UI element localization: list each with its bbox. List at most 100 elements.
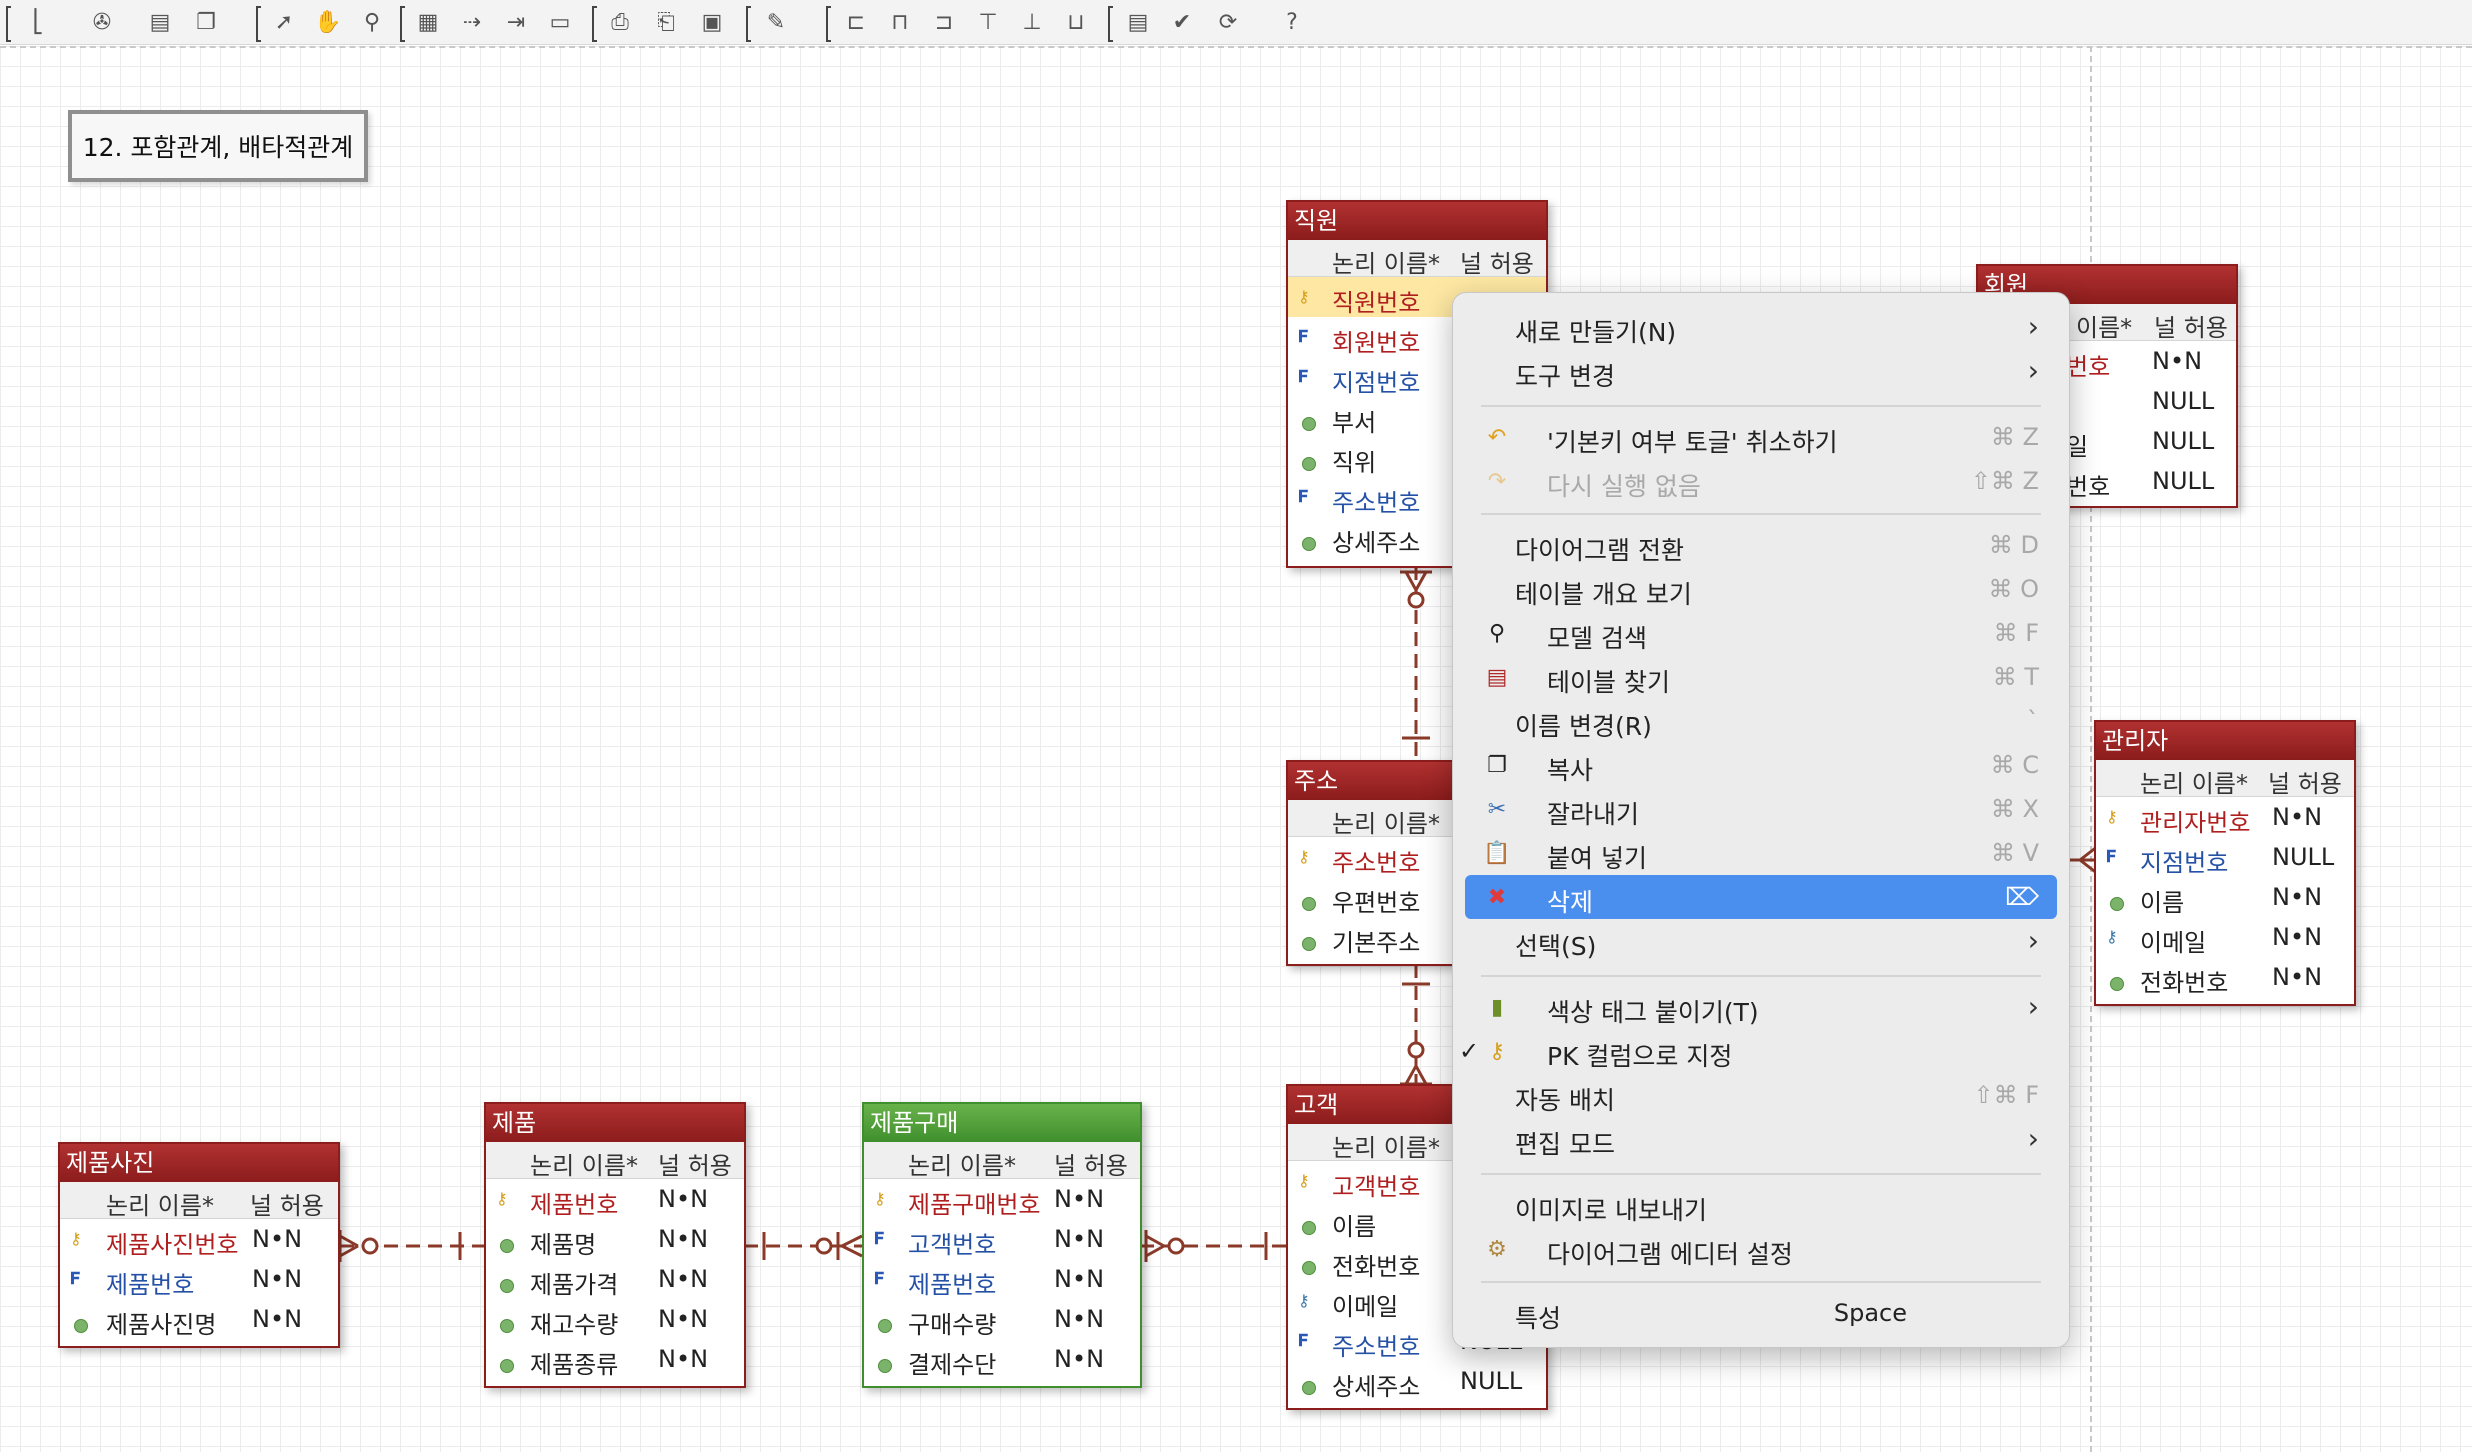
entity-row[interactable]: 결제수단 N•N (864, 1339, 1140, 1379)
menu-item-rename[interactable]: 이름 변경(R) ` (1465, 699, 2057, 743)
alternate-key-icon: ⚷ (2106, 927, 2118, 946)
key-icon: ⚷ (1488, 1039, 1506, 1064)
entity-row[interactable]: 𝐅 제품번호 N•N (864, 1259, 1140, 1299)
column-header-name: 논리 이름* (530, 1152, 638, 1180)
entity-header: 논리 이름* 널 허용 (864, 1142, 1140, 1180)
entity-row[interactable]: ⚷ 관리자번호 N•N (2096, 797, 2354, 837)
attribute-icon (1298, 887, 1320, 911)
entity-row[interactable]: 𝐅 지점번호 NULL (2096, 837, 2354, 877)
menu-separator (1481, 975, 2041, 977)
copy-icon: ❐ (1487, 753, 1507, 778)
gear-icon: ⚙ (1487, 1237, 1507, 1262)
attribute-icon (874, 1349, 896, 1373)
entity-row[interactable]: ⚷ 제품사진번호 N•N (60, 1219, 338, 1259)
attribute-icon (1298, 1371, 1320, 1395)
foreign-key-icon: 𝐅 (874, 1229, 885, 1248)
menu-item-copy[interactable]: ❐ 복사 ⌘ C (1465, 743, 2057, 787)
key-icon: ⚷ (70, 1229, 82, 1248)
entity-title: 제품사진 (60, 1144, 338, 1182)
entity-row[interactable]: 𝐅 제품번호 N•N (60, 1259, 338, 1299)
menu-item-model-search[interactable]: ⚲ 모델 검색 ⌘ F (1465, 611, 2057, 655)
entity-row[interactable]: ⚷ 이메일 N•N (2096, 917, 2354, 957)
attribute-icon (1298, 447, 1320, 471)
entity-row[interactable]: 제품가격 N•N (486, 1259, 744, 1299)
menu-separator (1481, 405, 2041, 407)
entity-product-purchase[interactable]: 제품구매 논리 이름* 널 허용 ⚷ 제품구매번호 N•N 𝐅 고객번호 N•N 𝐅 제품… (862, 1102, 1142, 1388)
key-icon: ⚷ (874, 1189, 886, 1208)
menu-item-switch-diagram[interactable]: 다이어그램 전환 ⌘ D (1465, 523, 2057, 567)
menu-item-change-tool[interactable]: 도구 변경 › (1465, 349, 2057, 393)
column-header-name: 논리 이름* (106, 1192, 214, 1220)
entity-row[interactable]: 𝐅 고객번호 N•N (864, 1219, 1140, 1259)
entity-title: 직원 (1288, 202, 1546, 240)
delete-key-icon: ⌦ (2005, 883, 2039, 911)
menu-item-paste[interactable]: 📋 붙여 넣기 ⌘ V (1465, 831, 2057, 875)
menu-item-color-tag[interactable]: ▮ 색상 태그 붙이기(T) › (1465, 985, 2057, 1029)
menu-item-auto-layout[interactable]: 자동 배치 ⇧⌘ F (1465, 1073, 2057, 1117)
menu-item-redo[interactable]: ↷ 다시 실행 없음 ⇧⌘ Z (1465, 459, 2057, 503)
menu-item-find-table[interactable]: ▤ 테이블 찾기 ⌘ T (1465, 655, 2057, 699)
menu-item-table-overview[interactable]: 테이블 개요 보기 ⌘ O (1465, 567, 2057, 611)
column-header-null: 널 허용 (1054, 1152, 1128, 1180)
checkmark-icon: ✓ (1459, 1037, 1480, 1065)
chevron-right-icon: › (2027, 1122, 2039, 1155)
key-icon: ⚷ (1298, 1171, 1310, 1190)
index-icon (1298, 1251, 1320, 1275)
attribute-icon (496, 1309, 518, 1333)
menu-item-diagram-settings[interactable]: ⚙ 다이어그램 에디터 설정 (1465, 1227, 2057, 1271)
menu-separator (1481, 513, 2041, 515)
search-icon: ⚲ (1488, 621, 1506, 646)
chevron-right-icon: › (2027, 310, 2039, 343)
attribute-icon (496, 1349, 518, 1373)
menu-item-pk-column[interactable]: ✓ ⚷ PK 컬럼으로 지정 (1459, 1029, 2057, 1073)
entity-row[interactable]: 재고수량 N•N (486, 1299, 744, 1339)
key-icon: ⚷ (2106, 807, 2118, 826)
attribute-icon (1298, 407, 1320, 431)
menu-item-select[interactable]: 선택(S) › (1465, 919, 2057, 963)
entity-header: 논리 이름* 널 허용 (486, 1142, 744, 1180)
entity-title: 제품구매 (864, 1104, 1140, 1142)
entity-title: 제품 (486, 1104, 744, 1142)
scissors-icon: ✂ (1487, 797, 1507, 822)
menu-item-delete[interactable]: ✖ 삭제 ⌦ (1465, 875, 2057, 919)
entity-row[interactable]: ⚷ 제품구매번호 N•N (864, 1179, 1140, 1219)
foreign-key-icon: 𝐅 (1298, 1331, 1309, 1350)
entity-header: 논리 이름* 널 허용 (60, 1182, 338, 1220)
attribute-icon (2106, 887, 2128, 911)
menu-item-cut[interactable]: ✂ 잘라내기 ⌘ X (1465, 787, 2057, 831)
attribute-icon (70, 1309, 92, 1333)
entity-row[interactable]: ⚷ 제품번호 N•N (486, 1179, 744, 1219)
entity-row[interactable]: 제품종류 N•N (486, 1339, 744, 1379)
entity-header: 논리 이름* 널 허용 (2096, 760, 2354, 798)
entity-row[interactable]: 이름 N•N (2096, 877, 2354, 917)
column-header-null: 널 허용 (1460, 250, 1534, 278)
menu-item-undo[interactable]: ↶ '기본키 여부 토글' 취소하기 ⌘ Z (1465, 415, 2057, 459)
column-header-name: 논리 이름* (1332, 250, 1440, 278)
entity-row[interactable]: 구매수량 N•N (864, 1299, 1140, 1339)
entity-product-photo[interactable]: 제품사진 논리 이름* 널 허용 ⚷ 제품사진번호 N•N 𝐅 제품번호 N•N 제품사… (58, 1142, 340, 1348)
column-header-name: 이름* (2076, 314, 2133, 342)
column-header-null: 널 허용 (2154, 314, 2228, 342)
paste-icon: 📋 (1483, 841, 1511, 866)
entity-admin[interactable]: 관리자 논리 이름* 널 허용 ⚷ 관리자번호 N•N 𝐅 지점번호 NULL 이름 N•… (2094, 720, 2356, 1006)
chevron-right-icon: › (2027, 924, 2039, 957)
entity-row[interactable]: 제품사진명 N•N (60, 1299, 338, 1339)
redo-icon: ↷ (1487, 469, 1507, 494)
key-icon: ⚷ (496, 1189, 508, 1208)
menu-separator (1481, 1173, 2041, 1175)
entity-product[interactable]: 제품 논리 이름* 널 허용 ⚷ 제품번호 N•N 제품명 N•N 제품가격 N•N 재… (484, 1102, 746, 1388)
column-header-name: 논리 이름* (1332, 1134, 1440, 1162)
chevron-right-icon: › (2027, 990, 2039, 1023)
menu-item-export-image[interactable]: 이미지로 내보내기 (1465, 1183, 2057, 1227)
attribute-icon (874, 1309, 896, 1333)
column-header-null: 널 허용 (658, 1152, 732, 1180)
entity-row[interactable]: 전화번호 N•N (2096, 957, 2354, 997)
menu-item-properties[interactable]: 특성 Space (1465, 1291, 2057, 1335)
menu-item-new[interactable]: 새로 만들기(N) › (1465, 305, 2057, 349)
entity-row[interactable]: 제품명 N•N (486, 1219, 744, 1259)
entity-row[interactable]: 상세주소 NULL (1288, 1361, 1546, 1401)
column-header-name: 논리 이름* (2140, 770, 2248, 798)
key-icon: ⚷ (1298, 287, 1310, 306)
foreign-key-icon: 𝐅 (70, 1269, 81, 1288)
menu-item-edit-mode[interactable]: 편집 모드 › (1465, 1117, 2057, 1161)
